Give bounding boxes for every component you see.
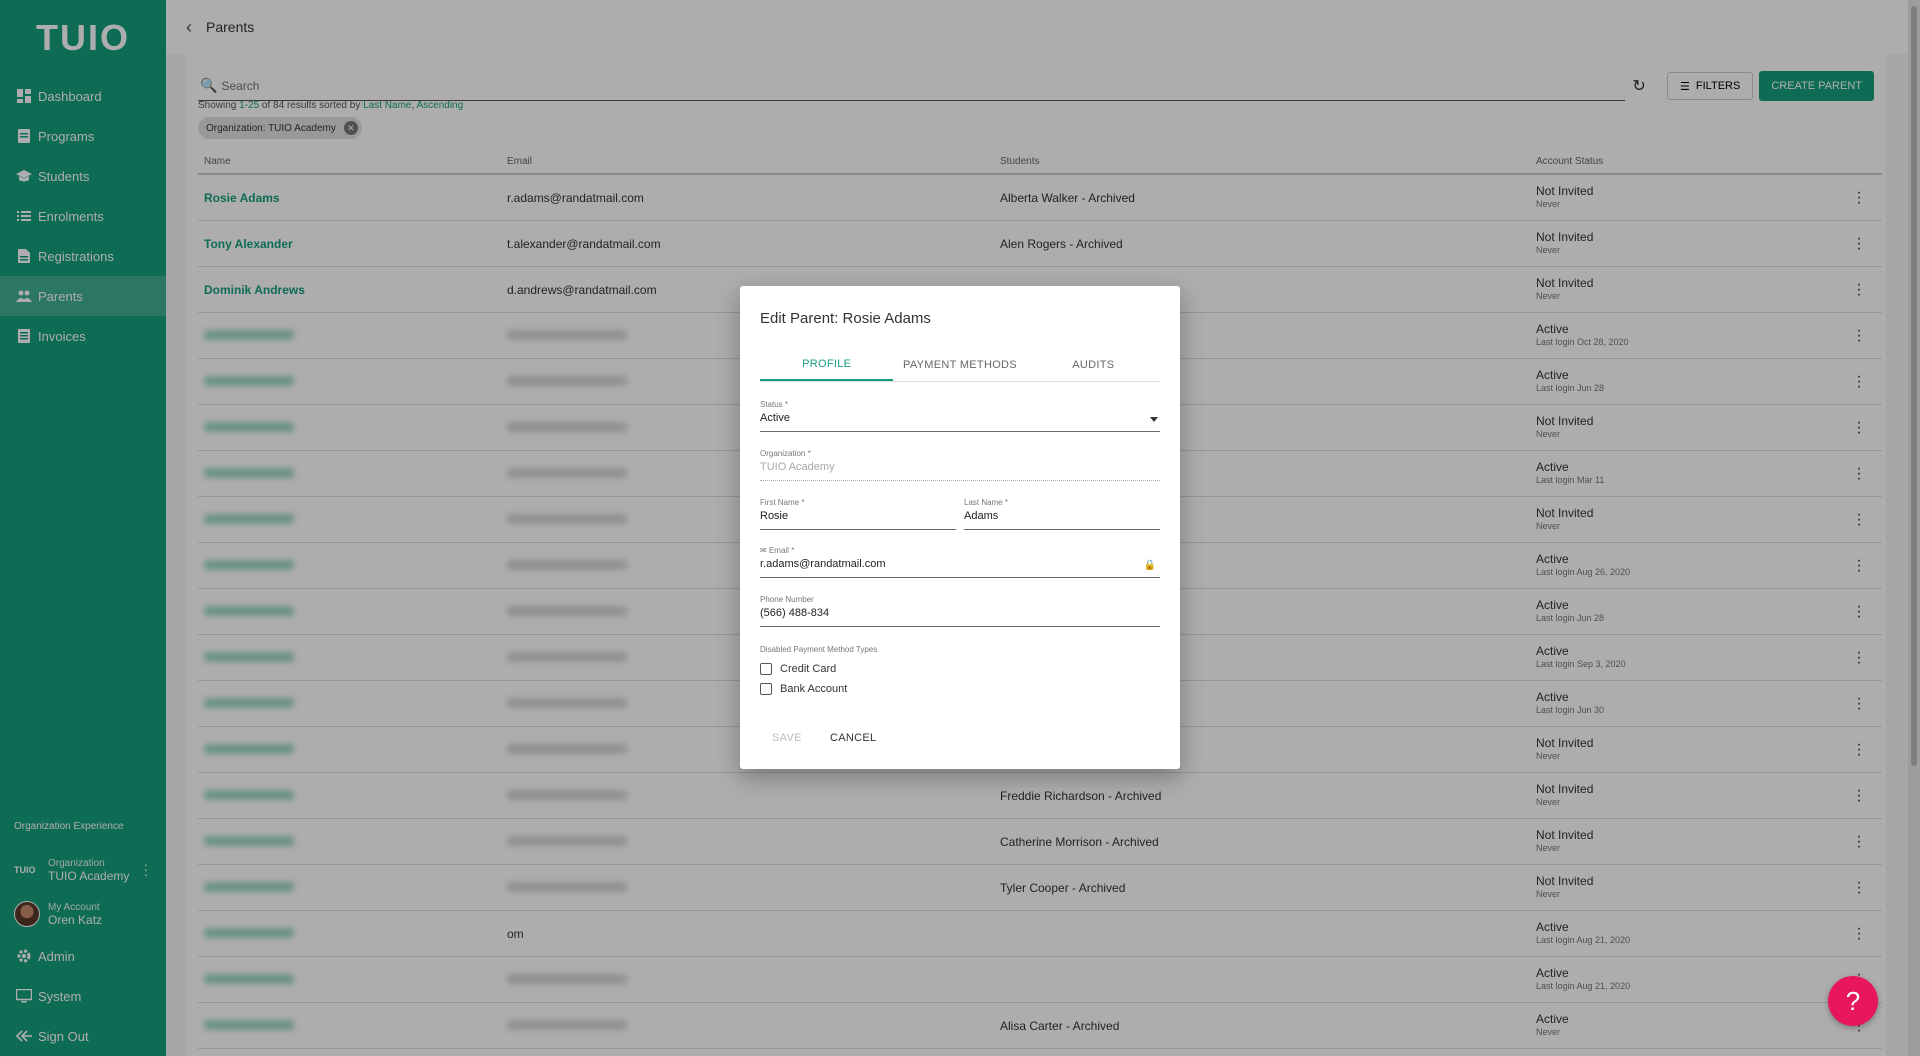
checkbox-label: Bank Account	[780, 683, 848, 695]
tab-payment-methods[interactable]: PAYMENT METHODS	[893, 348, 1026, 381]
lock-icon[interactable]: 🔒	[1144, 560, 1156, 571]
status-select[interactable]: Active	[760, 412, 1160, 432]
last-name-input[interactable]: Adams	[964, 510, 1160, 530]
cancel-button[interactable]: CANCEL	[830, 732, 876, 744]
save-button[interactable]: SAVE	[772, 732, 802, 744]
status-label: Status *	[760, 400, 789, 409]
email-value: r.adams@randatmail.com	[760, 558, 886, 570]
status-value: Active	[760, 412, 790, 424]
phone-label: Phone Number	[760, 595, 814, 604]
dialog-title: Edit Parent: Rosie Adams	[760, 310, 931, 327]
edit-parent-dialog: Edit Parent: Rosie Adams PROFILE PAYMENT…	[740, 286, 1180, 769]
credit-card-checkbox[interactable]: Credit Card	[760, 663, 836, 675]
dropdown-caret-icon	[1150, 417, 1158, 422]
phone-field[interactable]: Phone Number (566) 488-834	[760, 595, 1160, 627]
checkbox-icon[interactable]	[760, 683, 772, 695]
email-label-text: Email *	[768, 546, 795, 555]
phone-input[interactable]: (566) 488-834	[760, 607, 1160, 627]
organization-field: Organization * TUIO Academy	[760, 449, 1160, 481]
dialog-tabs: PROFILE PAYMENT METHODS AUDITS	[760, 348, 1160, 382]
email-field[interactable]: ✉ Email * r.adams@randatmail.com 🔒	[760, 546, 1160, 578]
disabled-methods-title: Disabled Payment Method Types	[760, 645, 878, 654]
email-icon: ✉	[760, 546, 769, 555]
help-button[interactable]: ?	[1828, 976, 1878, 1026]
last-name-label: Last Name *	[964, 498, 1009, 507]
tab-audits[interactable]: AUDITS	[1027, 348, 1160, 381]
bank-account-checkbox[interactable]: Bank Account	[760, 683, 847, 695]
last-name-field[interactable]: Last Name * Adams	[964, 498, 1160, 530]
first-name-label: First Name *	[760, 498, 805, 507]
organization-value: TUIO Academy	[760, 461, 1160, 481]
email-input[interactable]: r.adams@randatmail.com 🔒	[760, 558, 1160, 578]
first-name-field[interactable]: First Name * Rosie	[760, 498, 956, 530]
checkbox-icon[interactable]	[760, 663, 772, 675]
tab-profile[interactable]: PROFILE	[760, 348, 894, 381]
email-label: ✉ Email *	[760, 546, 1160, 555]
status-field[interactable]: Status * Active	[760, 400, 1160, 432]
organization-label: Organization *	[760, 449, 811, 458]
help-icon: ?	[1845, 985, 1861, 1016]
first-name-input[interactable]: Rosie	[760, 510, 956, 530]
checkbox-label: Credit Card	[780, 663, 837, 675]
